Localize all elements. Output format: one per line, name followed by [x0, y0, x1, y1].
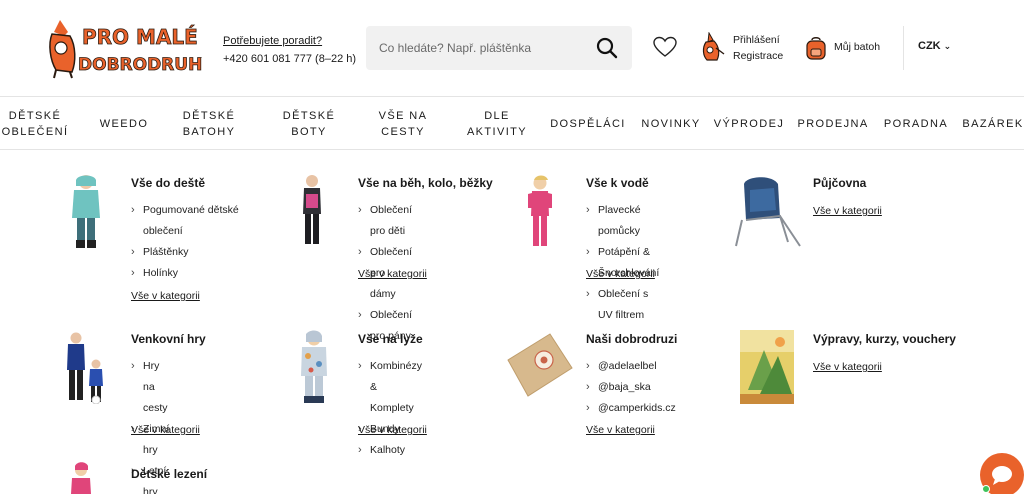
woman-running-image[interactable]	[296, 172, 328, 250]
category-title[interactable]: Vše k vodě	[586, 176, 649, 190]
nav-label: Vše na cesty	[378, 110, 428, 138]
currency-value: CZK	[918, 40, 941, 52]
nav-vse-na-cesty[interactable]: Vše na cesty	[372, 98, 434, 150]
all-in-category-link[interactable]: Vše v kategorii	[131, 424, 200, 436]
nav-bazarek[interactable]: Bazárek	[962, 98, 1024, 150]
category-title[interactable]: Dětské lezení	[131, 467, 207, 481]
register-link[interactable]: Registrace	[733, 48, 783, 64]
category-list: Kombinézy & Komplety Bundy Kalhoty	[358, 356, 422, 461]
list-item[interactable]: Hry na cesty	[131, 356, 169, 419]
category-title[interactable]: Venkovní hry	[131, 332, 206, 346]
category-title[interactable]: Naši dobrodruzi	[586, 332, 677, 346]
backpack-icon	[806, 37, 826, 60]
nav-label: Dětské oblečení	[1, 110, 69, 138]
nav-poradna[interactable]: Poradna	[882, 98, 950, 150]
book-cover-image[interactable]	[740, 330, 794, 404]
nav-prodejna[interactable]: Prodejna	[797, 98, 869, 150]
nav-label: Dětské boty	[282, 110, 336, 138]
list-item[interactable]: Holínky	[131, 263, 255, 284]
logo[interactable]: PRO MALÉ DOBRODRUHY	[46, 14, 202, 80]
list-item[interactable]: Kombinézy & Komplety	[358, 356, 422, 419]
chat-bubble-icon	[992, 466, 1012, 485]
list-item[interactable]: Plavecké pomůcky	[586, 200, 659, 242]
nav-label: Novinky	[641, 118, 701, 130]
nav-label: Prodejna	[797, 118, 869, 130]
child-swimsuit-image[interactable]	[524, 174, 556, 250]
category-title[interactable]: Vše na lyže	[358, 332, 423, 346]
main-nav: Dětské oblečení Weedo Dětské batohy Děts…	[0, 98, 1024, 150]
all-in-category-link[interactable]: Vše v kategorii	[131, 290, 200, 302]
nav-label: Dětské batohy	[182, 110, 236, 138]
nav-novinky[interactable]: Novinky	[640, 98, 702, 150]
online-status-dot	[982, 485, 990, 493]
nav-label: Poradna	[883, 118, 949, 130]
help-phone[interactable]: +420 601 081 777 (8–22 h)	[223, 50, 356, 68]
child-carrier-image[interactable]	[732, 170, 804, 250]
site-header: PRO MALÉ DOBRODRUHY Potřebujete poradit?…	[0, 0, 1024, 97]
nav-label: Dle aktivity	[466, 110, 528, 138]
nav-detske-boty[interactable]: Dětské boty	[276, 98, 342, 150]
child-raincoat-image[interactable]	[66, 172, 106, 250]
all-in-category-link[interactable]: Vše v kategorii	[358, 268, 427, 280]
svg-text:PRO MALÉ: PRO MALÉ	[82, 25, 198, 49]
search-box	[366, 26, 632, 70]
all-in-category-link[interactable]: Vše v kategorii	[586, 268, 655, 280]
list-item[interactable]: @camperkids.cz	[586, 398, 676, 419]
category-list: Plavecké pomůcky Potápění & Šnorchlování…	[586, 200, 659, 326]
list-item[interactable]: @baja_ska	[586, 377, 676, 398]
category-list: Pogumované dětské oblečení Pláštěnky Hol…	[131, 200, 255, 284]
nav-weedo[interactable]: Weedo	[92, 98, 156, 150]
nav-detske-batohy[interactable]: Dětské batohy	[176, 98, 242, 150]
list-item[interactable]: Pláštěnky	[131, 242, 255, 263]
all-in-category-link[interactable]: Vše v kategorii	[813, 361, 882, 373]
list-item[interactable]: @adelaelbel	[586, 356, 676, 377]
list-item[interactable]: Kalhoty	[358, 440, 422, 461]
nav-vyprodej[interactable]: Výprodej	[714, 98, 784, 150]
nav-dospelaci[interactable]: Dospěláci	[550, 98, 626, 150]
search-input[interactable]	[366, 26, 586, 70]
category-title[interactable]: Vše na běh, kolo, běžky	[358, 176, 493, 190]
search-icon[interactable]	[596, 37, 618, 59]
nav-detske-obleceni[interactable]: Dětské oblečení	[0, 98, 70, 150]
help-contact: Potřebujete poradit? +420 601 081 777 (8…	[223, 32, 356, 68]
header-divider	[903, 26, 904, 70]
list-item[interactable]: Oblečení s UV filtrem	[586, 284, 659, 326]
login-link[interactable]: Přihlášení	[733, 32, 783, 48]
family-snow-image[interactable]	[62, 330, 108, 404]
all-in-category-link[interactable]: Vše v kategorii	[586, 424, 655, 436]
list-item[interactable]: Pogumované dětské oblečení	[131, 200, 255, 242]
category-title[interactable]: Výpravy, kurzy, vouchery	[813, 332, 956, 346]
nav-dle-aktivity[interactable]: Dle aktivity	[462, 98, 532, 150]
currency-select[interactable]: CZK ⌄	[918, 40, 951, 52]
all-in-category-link[interactable]: Vše v kategorii	[358, 424, 427, 436]
all-in-category-link[interactable]: Vše v kategorii	[813, 205, 882, 217]
nav-label: Bazárek	[962, 118, 1024, 130]
help-link[interactable]: Potřebujete poradit?	[223, 32, 356, 50]
list-item[interactable]: Oblečení pro děti	[358, 200, 412, 242]
svg-text:DOBRODRUHY: DOBRODRUHY	[78, 55, 202, 75]
child-ski-suit-image[interactable]	[296, 330, 332, 404]
nav-label: Výprodej	[713, 118, 785, 130]
fox-user-icon[interactable]	[700, 32, 726, 62]
category-list: @adelaelbel @baja_ska @camperkids.cz	[586, 356, 676, 419]
category-title[interactable]: Vše do deště	[131, 176, 205, 190]
category-title[interactable]: Půjčovna	[813, 176, 866, 190]
envelope-image[interactable]	[506, 330, 574, 400]
chevron-down-icon: ⌄	[943, 41, 952, 51]
cart-label: Můj batoh	[834, 41, 881, 53]
nav-label: Weedo	[99, 118, 149, 130]
nav-label: Dospěláci	[550, 118, 626, 130]
heart-icon[interactable]	[653, 36, 677, 58]
child-climbing-image[interactable]	[66, 462, 96, 494]
